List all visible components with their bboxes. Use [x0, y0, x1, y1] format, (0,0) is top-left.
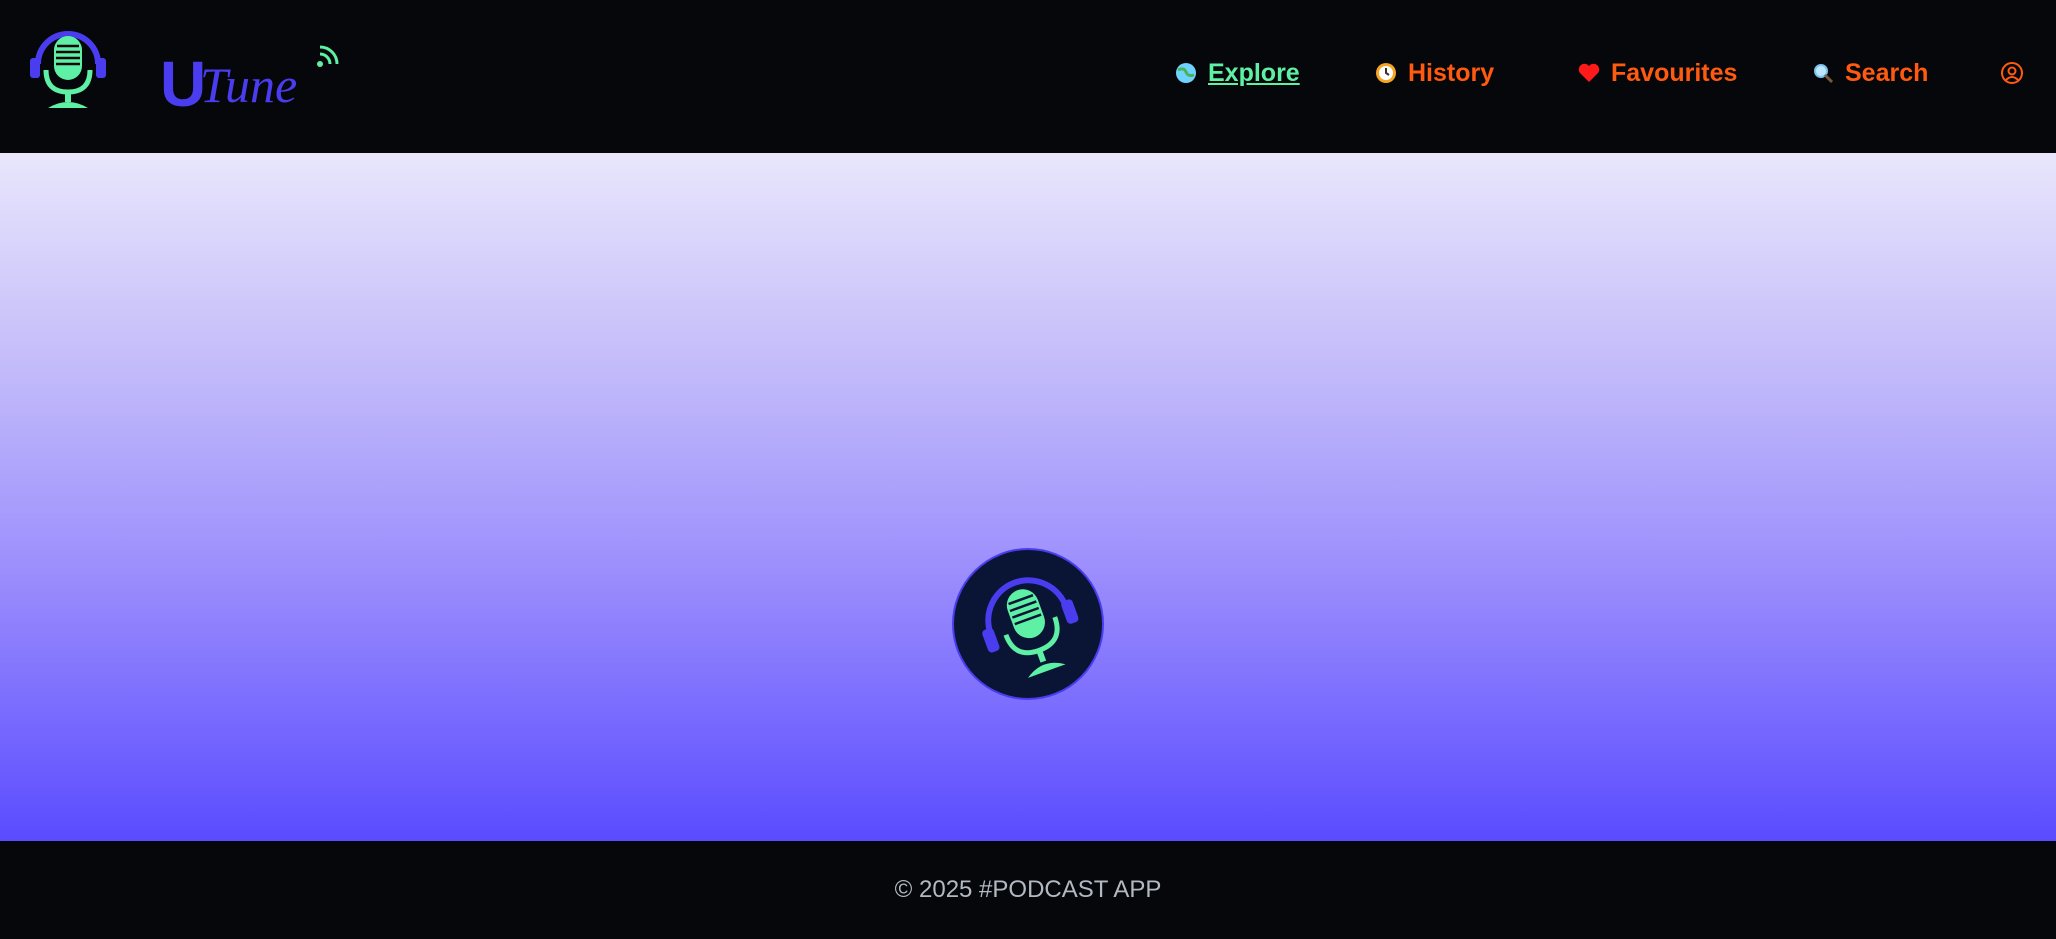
- clock-icon: [1376, 63, 1396, 83]
- user-circle-icon: [2001, 62, 2023, 84]
- footer: © 2025 #PODCAST APP: [0, 841, 2056, 939]
- nav-favourites[interactable]: Favourites: [1577, 59, 1737, 88]
- utune-wordmark-logo[interactable]: U Tune: [160, 44, 350, 110]
- nav-favourites-label: Favourites: [1611, 58, 1738, 87]
- nav-history-label: History: [1408, 58, 1495, 87]
- heart-icon: [1578, 63, 1600, 82]
- podcast-logo-icon[interactable]: [28, 26, 108, 110]
- loading-spinner: [952, 548, 1104, 700]
- footer-copyright: © 2025 #PODCAST APP: [894, 876, 1162, 903]
- globe-icon: [1176, 63, 1196, 83]
- podcast-logo-icon: [982, 577, 1079, 678]
- nav-history[interactable]: History: [1374, 59, 1494, 88]
- nav-explore-label: Explore: [1208, 58, 1300, 87]
- top-navbar: U Tune Explore History Favourites Search: [0, 0, 2056, 153]
- nav-profile[interactable]: [2000, 61, 2024, 85]
- nav-search-label: Search: [1845, 58, 1929, 87]
- nav-explore[interactable]: Explore: [1174, 59, 1300, 88]
- magnifier-icon: [1814, 64, 1834, 84]
- nav-search[interactable]: Search: [1811, 59, 1928, 88]
- svg-text:Tune: Tune: [200, 57, 297, 110]
- content-area: [0, 153, 2056, 841]
